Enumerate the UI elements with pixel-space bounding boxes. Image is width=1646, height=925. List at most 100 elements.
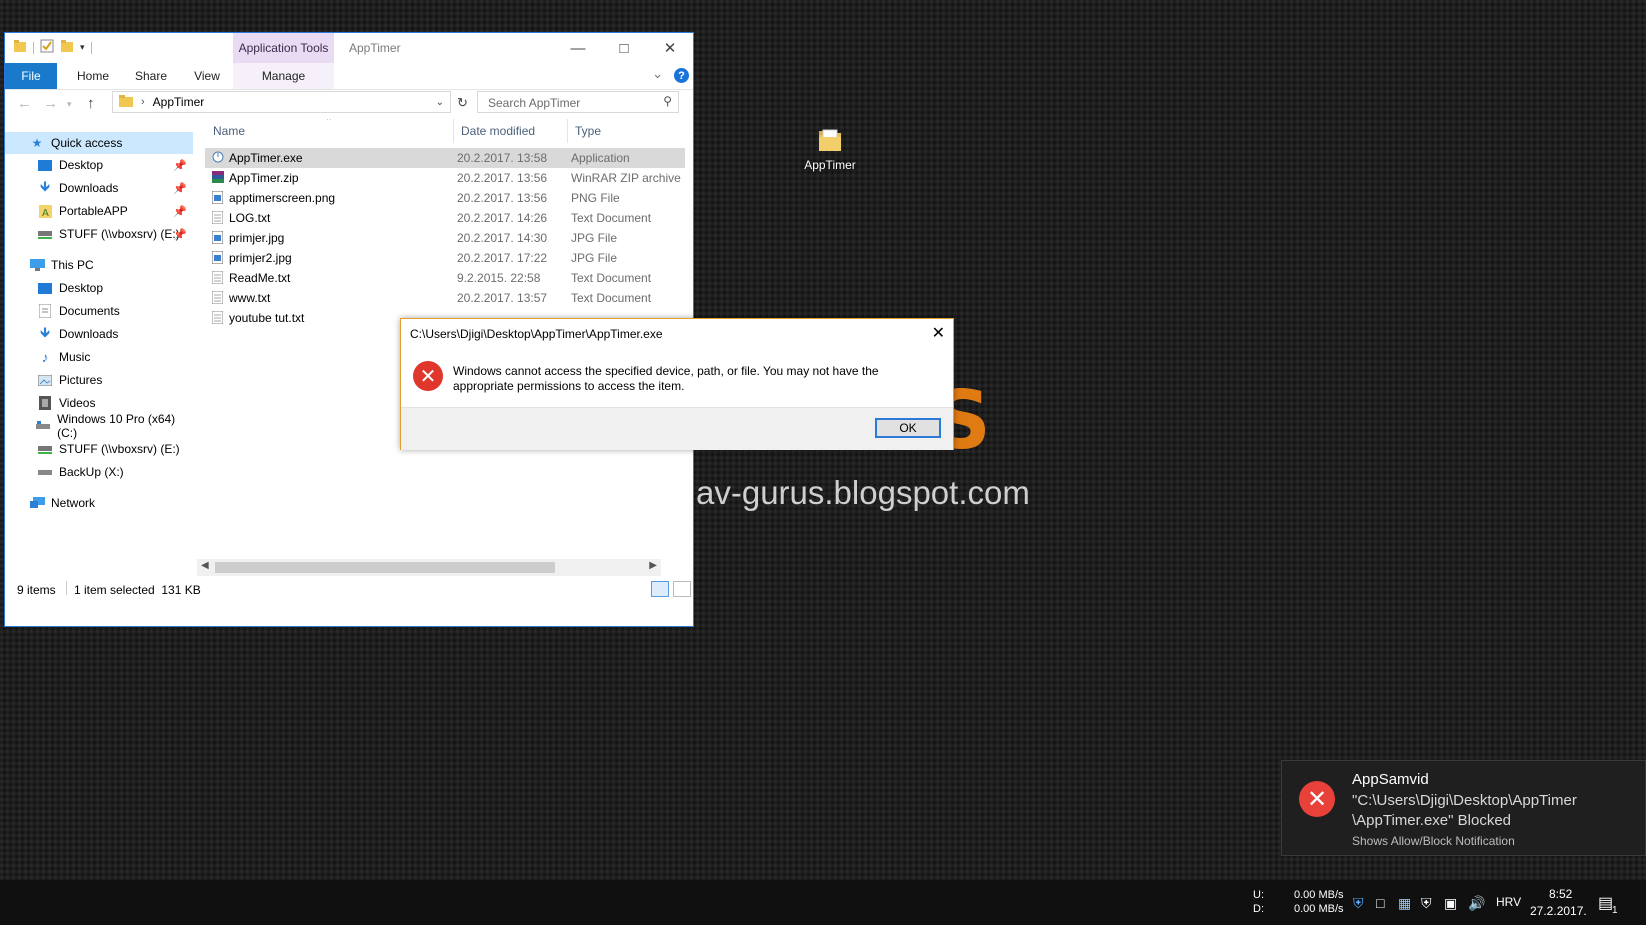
properties-icon[interactable]	[40, 39, 54, 56]
pin-icon[interactable]: 📌	[173, 205, 187, 218]
separator	[90, 41, 92, 54]
nav-quick-downloads[interactable]: 🡻 Downloads 📌	[5, 177, 193, 199]
refresh-icon[interactable]: ↻	[457, 95, 468, 111]
volume-icon[interactable]: 🔊	[1468, 895, 1485, 912]
tab-view[interactable]: View	[181, 63, 233, 89]
nav-label: BackUp (X:)	[59, 465, 124, 479]
notification-count: 1	[1612, 905, 1618, 916]
customize-chevron-icon[interactable]: ▾	[80, 42, 85, 53]
large-icons-view-icon[interactable]	[673, 581, 691, 597]
window-title: AppTimer	[349, 41, 401, 55]
desktop-icon-label: AppTimer	[804, 158, 856, 172]
nav-pc-c-drive[interactable]: Windows 10 Pro (x64) (C:)	[5, 412, 193, 440]
scrollbar-thumb[interactable]	[215, 562, 555, 573]
breadcrumb-separator-icon[interactable]: ›	[141, 96, 145, 108]
scroll-right-icon[interactable]: ▶	[649, 560, 657, 571]
column-header-name[interactable]: Name	[213, 119, 245, 143]
nav-pc-downloads[interactable]: 🡻 Downloads	[5, 323, 193, 345]
sort-ascending-icon: ⌃	[325, 119, 333, 126]
tab-file[interactable]: File	[5, 63, 57, 89]
nav-label: Quick access	[51, 136, 123, 150]
nav-pc-pictures[interactable]: Pictures	[5, 369, 193, 391]
app-icon	[212, 151, 224, 166]
virtualbox-icon[interactable]: ▦	[1398, 895, 1411, 912]
winrar-icon	[212, 171, 224, 186]
column-separator[interactable]	[567, 119, 568, 143]
file-type: JPG File	[571, 251, 618, 265]
close-icon[interactable]: ✕	[932, 323, 945, 343]
column-header-type[interactable]: Type	[575, 119, 601, 143]
column-separator[interactable]	[453, 119, 454, 143]
address-bar[interactable]: › AppTimer ⌄	[112, 91, 451, 113]
toast-message: "C:\Users\Djigi\Desktop\AppTimer \AppTim…	[1352, 792, 1577, 829]
pin-icon[interactable]: 📌	[173, 228, 187, 241]
file-row[interactable]: primjer2.jpg 20.2.2017. 17:22 JPG File	[205, 248, 685, 268]
nav-quick-access[interactable]: ★ Quick access	[5, 132, 193, 154]
file-type: JPG File	[571, 231, 618, 245]
toast-notification[interactable]: ✕ AppSamvid "C:\Users\Djigi\Desktop\AppT…	[1281, 760, 1646, 856]
videos-icon	[37, 396, 53, 410]
tab-home[interactable]: Home	[67, 63, 119, 89]
ok-button[interactable]: OK	[875, 418, 941, 438]
desktop-icon	[37, 281, 53, 295]
file-type: Text Document	[571, 271, 652, 285]
shield-icon[interactable]: ⛨	[1353, 895, 1364, 912]
nav-quick-portableapp[interactable]: A PortableAPP 📌	[5, 200, 193, 222]
up-arrow-icon[interactable]: ↑	[87, 95, 95, 112]
defender-shield-icon[interactable]: ⛨	[1421, 895, 1432, 912]
scroll-left-icon[interactable]: ◀	[201, 560, 209, 571]
column-header-date[interactable]: Date modified	[461, 119, 535, 143]
desktop-icon-apptimer[interactable]: AppTimer	[790, 128, 870, 172]
file-row[interactable]: apptimerscreen.png 20.2.2017. 13:56 PNG Fi…	[205, 188, 685, 208]
documents-icon	[37, 304, 53, 318]
toast-attribution: Shows Allow/Block Notification	[1352, 834, 1515, 848]
nav-pc-desktop[interactable]: Desktop	[5, 277, 193, 299]
language-indicator[interactable]: HRV	[1496, 895, 1521, 909]
expand-ribbon-icon[interactable]: ⌄	[652, 66, 663, 82]
nav-pc-music[interactable]: ♪ Music	[5, 346, 193, 368]
forward-arrow-icon[interactable]: →	[43, 95, 58, 112]
search-icon[interactable]: ⚲	[663, 94, 672, 108]
breadcrumb[interactable]: AppTimer	[153, 95, 205, 109]
clock-time[interactable]: 8:52	[1549, 887, 1572, 901]
nav-quick-stuff-drive[interactable]: STUFF (\\vboxsrv) (E:) 📌	[5, 223, 193, 245]
nav-pc-stuff-drive[interactable]: STUFF (\\vboxsrv) (E:)	[5, 438, 193, 460]
back-arrow-icon[interactable]: ←	[17, 95, 32, 112]
file-row[interactable]: AppTimer.exe 20.2.2017. 13:58 Application	[205, 148, 685, 168]
file-date: 20.2.2017. 17:22	[457, 251, 548, 265]
selection-info: 1 item selected 131 KB	[74, 583, 201, 597]
nav-pc-videos[interactable]: Videos	[5, 392, 193, 414]
minimize-button[interactable]: —	[555, 33, 601, 63]
horizontal-scrollbar[interactable]: ◀ ▶	[197, 559, 661, 576]
file-row[interactable]: AppTimer.zip 20.2.2017. 13:56 WinRAR ZIP a…	[205, 168, 685, 188]
pin-icon[interactable]: 📌	[173, 182, 187, 195]
search-input[interactable]	[486, 93, 650, 113]
close-button[interactable]: ✕	[647, 33, 693, 63]
details-view-icon[interactable]	[651, 581, 669, 597]
file-date: 20.2.2017. 13:56	[457, 191, 548, 205]
tab-manage[interactable]: Manage	[233, 63, 334, 89]
action-center-icon[interactable]: ▤	[1598, 893, 1613, 913]
nav-quick-desktop[interactable]: Desktop 📌	[5, 154, 193, 176]
file-row[interactable]: www.txt 20.2.2017. 13:57 Text Document	[205, 288, 685, 308]
search-box[interactable]: ⚲	[477, 91, 679, 113]
help-icon[interactable]: ?	[674, 68, 689, 83]
file-row[interactable]: ReadMe.txt 9.2.2015. 22:58 Text Document	[205, 268, 685, 288]
recent-locations-icon[interactable]: ▾	[67, 99, 72, 110]
nav-this-pc[interactable]: This PC	[5, 254, 193, 276]
tablet-icon[interactable]: □	[1376, 895, 1384, 911]
folder-icon	[13, 39, 27, 56]
file-date: 20.2.2017. 13:56	[457, 171, 548, 185]
nav-network[interactable]: Network	[5, 492, 193, 514]
nav-pc-documents[interactable]: Documents	[5, 300, 193, 322]
address-dropdown-icon[interactable]: ⌄	[436, 97, 444, 108]
maximize-button[interactable]: □	[601, 33, 647, 63]
file-row[interactable]: primjer.jpg 20.2.2017. 14:30 JPG File	[205, 228, 685, 248]
nav-pc-backup-drive[interactable]: BackUp (X:)	[5, 461, 193, 483]
clock-date[interactable]: 27.2.2017.	[1530, 904, 1587, 918]
file-row[interactable]: LOG.txt 20.2.2017. 14:26 Text Document	[205, 208, 685, 228]
tab-share[interactable]: Share	[125, 63, 177, 89]
new-folder-icon[interactable]	[60, 39, 74, 56]
network-icon[interactable]: ▣	[1444, 895, 1457, 912]
pin-icon[interactable]: 📌	[173, 159, 187, 172]
